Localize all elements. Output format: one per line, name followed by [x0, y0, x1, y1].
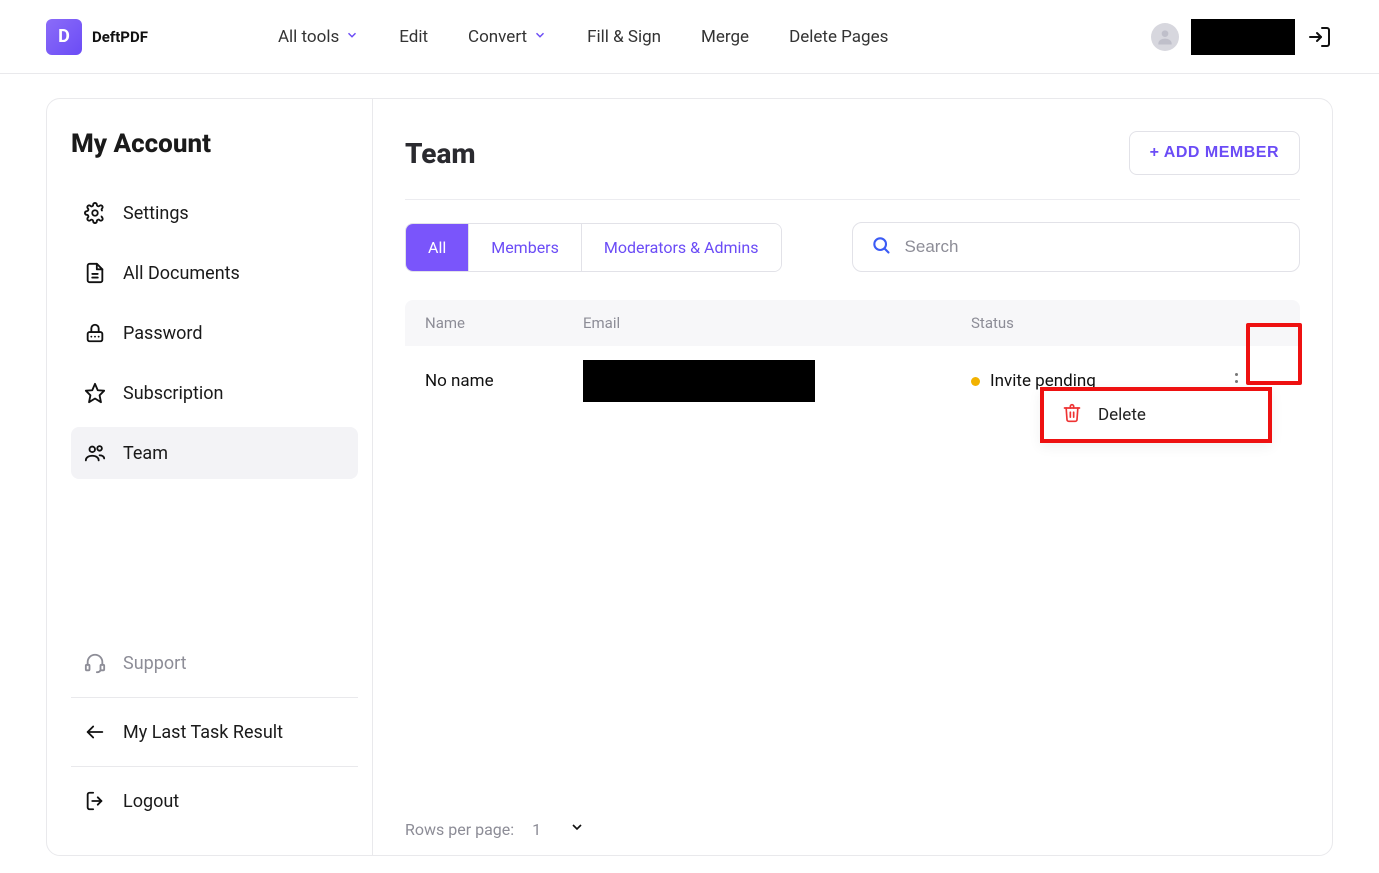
main-frame: My Account Settings All Documents Passwo… — [46, 98, 1333, 856]
nav-delete-pages-label: Delete Pages — [789, 27, 888, 47]
search-field[interactable] — [852, 222, 1300, 272]
nav-merge-label: Merge — [701, 27, 749, 47]
sidebar-title: My Account — [71, 129, 358, 159]
users-icon — [83, 441, 107, 465]
trash-icon — [1062, 403, 1082, 428]
headset-icon — [83, 651, 107, 675]
sidebar-item-label: All Documents — [123, 263, 240, 284]
tab-all[interactable]: All — [406, 224, 469, 271]
cell-email — [583, 360, 971, 402]
cell-name: No name — [425, 371, 583, 391]
arrow-left-icon — [83, 720, 107, 744]
chevron-down-icon — [533, 27, 547, 47]
nav-convert-label: Convert — [468, 27, 527, 47]
sidebar-item-team[interactable]: Team — [71, 427, 358, 479]
filter-tabs: All Members Moderators & Admins — [405, 223, 782, 272]
sidebar-item-last-task[interactable]: My Last Task Result — [71, 706, 358, 758]
tab-moderators-admins[interactable]: Moderators & Admins — [582, 224, 781, 271]
signout-icon[interactable] — [1307, 24, 1333, 50]
row-action-menu[interactable]: Delete — [1040, 387, 1272, 443]
divider — [71, 697, 358, 698]
avatar[interactable] — [1151, 23, 1179, 51]
top-right — [1151, 19, 1333, 55]
search-input[interactable] — [905, 237, 1281, 257]
add-member-button[interactable]: + ADD MEMBER — [1129, 131, 1300, 175]
email-redacted — [583, 360, 815, 402]
sidebar-item-support[interactable]: Support — [71, 637, 358, 689]
content-header: Team + ADD MEMBER — [405, 131, 1300, 200]
sidebar: My Account Settings All Documents Passwo… — [47, 99, 373, 855]
sidebar-item-settings[interactable]: Settings — [71, 187, 358, 239]
nav-fill-sign-label: Fill & Sign — [587, 27, 661, 47]
chevron-down-icon — [345, 27, 359, 47]
sidebar-item-logout[interactable]: Logout — [71, 775, 358, 827]
user-name-redacted — [1191, 19, 1295, 55]
sidebar-item-label: Logout — [123, 791, 179, 812]
star-icon — [83, 381, 107, 405]
logo-mark: D — [46, 19, 82, 55]
gear-icon — [83, 201, 107, 225]
table-footer: Rows per page: 1 — [405, 805, 1300, 839]
nav-all-tools-label: All tools — [278, 27, 339, 47]
nav-merge[interactable]: Merge — [701, 27, 749, 47]
rows-per-page-label: Rows per page: — [405, 820, 514, 839]
lock-icon — [83, 321, 107, 345]
brand[interactable]: D DeftPDF — [46, 19, 148, 55]
nav-all-tools[interactable]: All tools — [278, 27, 359, 47]
divider — [71, 766, 358, 767]
sidebar-item-label: Support — [123, 653, 187, 674]
chevron-down-icon[interactable] — [569, 819, 585, 839]
sidebar-item-label: My Last Task Result — [123, 722, 283, 743]
sidebar-item-subscription[interactable]: Subscription — [71, 367, 358, 419]
annotation-highlight — [1246, 323, 1302, 385]
page-title: Team — [405, 137, 476, 170]
top-nav: D DeftPDF All tools Edit Convert Fill & … — [0, 0, 1379, 74]
document-icon — [83, 261, 107, 285]
nav-edit[interactable]: Edit — [399, 27, 428, 47]
table-header: Name Email Status — [405, 300, 1300, 346]
logo-text: DeftPDF — [92, 28, 148, 46]
sidebar-item-documents[interactable]: All Documents — [71, 247, 358, 299]
sidebar-item-password[interactable]: Password — [71, 307, 358, 359]
tab-members[interactable]: Members — [469, 224, 582, 271]
column-status: Status — [971, 314, 1220, 332]
nav-fill-sign[interactable]: Fill & Sign — [587, 27, 661, 47]
nav-delete-pages[interactable]: Delete Pages — [789, 27, 888, 47]
search-icon — [871, 235, 891, 259]
nav-edit-label: Edit — [399, 27, 428, 47]
column-email: Email — [583, 314, 971, 332]
status-dot-icon — [971, 377, 980, 386]
sidebar-item-label: Team — [123, 443, 168, 464]
sidebar-item-label: Subscription — [123, 383, 224, 404]
column-name: Name — [425, 314, 583, 332]
filters-row: All Members Moderators & Admins — [405, 222, 1300, 272]
sidebar-item-label: Settings — [123, 203, 189, 224]
menu-delete-label: Delete — [1098, 405, 1146, 425]
sidebar-item-label: Password — [123, 323, 203, 344]
content: Team + ADD MEMBER All Members Moderators… — [373, 99, 1332, 855]
rows-per-page-value: 1 — [532, 820, 541, 839]
logout-icon — [83, 789, 107, 813]
primary-nav: All tools Edit Convert Fill & Sign Merge… — [278, 27, 888, 47]
nav-convert[interactable]: Convert — [468, 27, 547, 47]
